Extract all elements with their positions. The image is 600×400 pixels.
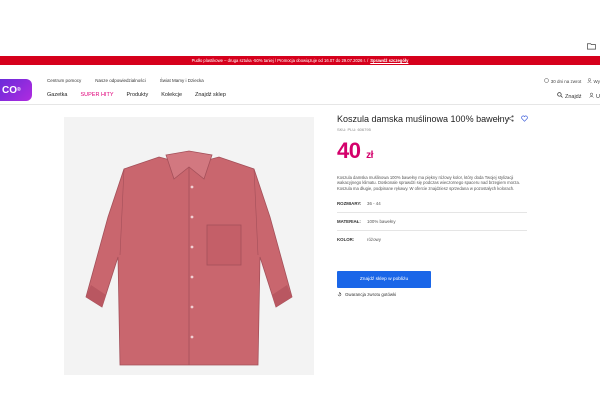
title-actions <box>507 115 528 122</box>
attr-color-value: różowy <box>367 237 381 243</box>
product-sku: SKU: PLU: 606795 <box>337 127 371 132</box>
returns-link[interactable]: 30 dni na zwrot <box>544 78 581 84</box>
product-image[interactable] <box>64 117 314 375</box>
refund-guarantee-icon <box>337 292 342 297</box>
find-store-button[interactable]: Znajdź sklep w pobliżu <box>337 271 431 288</box>
nav-znajdz-sklep[interactable]: Znajdź sklep <box>195 92 226 98</box>
header-divider <box>0 104 600 105</box>
folder-icon[interactable] <box>587 42 596 50</box>
user-nav-item[interactable]: U <box>589 92 600 100</box>
promo-details-link[interactable]: Sprawdź szczegóły <box>370 58 408 63</box>
user-icon <box>587 78 592 84</box>
main-nav: Gazetka SUPER HITY Produkty Kolekcje Zna… <box>47 92 226 98</box>
search-button[interactable]: Znajdź <box>557 92 581 100</box>
refund-icon <box>544 78 550 83</box>
nav-produkty[interactable]: Produkty <box>127 92 149 98</box>
guarantee-label: Gwarancja zwrotu gotówki <box>345 292 397 297</box>
attr-color: KOLOR: różowy <box>337 231 527 248</box>
page: Pudło plastikowe – druga sztuka -50% tan… <box>0 0 600 400</box>
guarantee: Gwarancja zwrotu gotówki <box>337 292 396 297</box>
attr-color-key: KOLOR: <box>337 237 355 243</box>
logo-text: CO <box>2 84 17 96</box>
promo-text: Pudło plastikowe – druga sztuka -50% tan… <box>191 58 369 63</box>
search-label: Znajdź <box>564 94 582 100</box>
attr-material: MATERIAŁ: 100% bawełny <box>337 213 527 232</box>
shirt-illustration <box>85 150 293 366</box>
link-mother-child[interactable]: Świat Mamy i Dziecka <box>160 78 204 83</box>
browser-strip <box>0 0 600 55</box>
link-help-center[interactable]: Centrum pomocy <box>47 78 81 83</box>
logo-mark: ® <box>17 87 21 93</box>
price-currency: zł <box>366 150 373 161</box>
product-description: Koszula damska muślinowa 100% bawełny ma… <box>337 175 520 191</box>
search-icon <box>557 92 564 98</box>
header-right-nav: Znajdź U <box>557 92 600 100</box>
attr-sizes-key: ROZMIARY: <box>337 201 362 207</box>
logo[interactable]: CO ® <box>0 79 32 101</box>
top-links: Centrum pomocy Nasze odpowiedzialności Ś… <box>47 78 204 83</box>
attr-sizes-value: 36 - 44 <box>367 201 381 207</box>
nav-gazetka[interactable]: Gazetka <box>47 92 67 98</box>
account-label: Wy <box>593 79 600 84</box>
link-responsibilities[interactable]: Nasze odpowiedzialności <box>95 78 146 83</box>
nav-kolekcje[interactable]: Kolekcje <box>161 92 182 98</box>
attr-material-value: 100% bawełny <box>367 219 396 225</box>
returns-label: 30 dni na zwrot <box>550 79 582 84</box>
header-right-top: 30 dni na zwrot Wy <box>544 78 600 84</box>
promo-bar: Pudło plastikowe – druga sztuka -50% tan… <box>0 56 600 65</box>
account-link[interactable]: Wy <box>587 78 600 84</box>
product-price: 40 zł <box>337 138 537 164</box>
user-nav-icon <box>589 92 595 98</box>
attr-sizes: ROZMIARY: 36 - 44 <box>337 195 527 214</box>
price-value: 40 <box>337 138 361 163</box>
attr-material-key: MATERIAŁ: <box>337 219 361 225</box>
nav-super-hity[interactable]: SUPER HITY <box>80 92 113 98</box>
heart-icon[interactable] <box>521 115 528 122</box>
user-nav-label: U <box>596 94 600 100</box>
product-info: Koszula damska muślinowa 100% bawełny SK… <box>337 114 537 248</box>
share-icon[interactable] <box>507 115 514 122</box>
